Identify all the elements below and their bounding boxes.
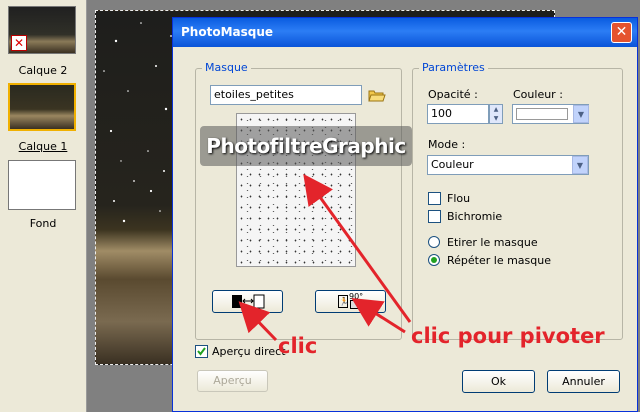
layers-panel: ✕ Calque 2 Calque 1 Fond [0,0,87,412]
apercu-direct-checkbox[interactable] [195,345,208,358]
repeter-label: Répéter le masque [447,254,551,267]
close-button[interactable]: ✕ [611,22,632,43]
mask-file-field[interactable]: etoiles_petites [210,85,362,105]
open-folder-icon[interactable] [368,87,386,103]
color-label: Couleur : [513,88,563,101]
checkmark-icon [197,347,206,356]
repeter-radio[interactable] [428,254,440,266]
layer-label-calque-1[interactable]: Calque 1 [0,140,86,153]
layer-thumb-fond[interactable] [8,160,76,210]
color-swatch [516,108,568,120]
opacity-spinner[interactable]: ▲ ▼ [489,104,503,124]
radio-selected-dot [431,257,437,263]
color-dropdown-chevron-icon[interactable]: ▼ [573,105,589,123]
ok-button[interactable]: Ok [462,370,535,393]
bichromie-label: Bichromie [447,210,503,223]
annotation-clic-pivoter: clic pour pivoter [411,324,605,348]
layer-label-fond[interactable]: Fond [0,217,86,230]
mode-dropdown-chevron-icon[interactable]: ▼ [572,156,588,174]
invert-mask-button[interactable] [212,290,283,313]
layer-thumb-calque-1[interactable] [8,83,76,131]
etirer-radio[interactable] [428,236,440,248]
bichromie-checkbox[interactable] [428,210,441,223]
mode-label: Mode : [428,138,466,151]
hidden-layer-icon[interactable]: ✕ [11,35,27,51]
etirer-label: Etirer le masque [447,236,538,249]
photomasque-dialog: PhotoMasque ✕ Masque etoiles_petites Pho… [172,17,638,412]
rotate-icon: 🏃 [338,295,349,308]
rotate-90-button[interactable]: 🏃 90° [315,290,386,313]
watermark-text: PhotofiltreGraphic [200,126,412,166]
invert-icon [231,294,264,309]
landscape-icon [350,300,364,309]
dialog-titlebar[interactable]: PhotoMasque ✕ [173,18,637,47]
annotation-clic: clic [278,334,318,358]
opacity-label: Opacité : [428,88,478,101]
apercu-direct-label: Aperçu direct [212,345,286,358]
mode-dropdown[interactable]: Couleur [427,155,589,175]
layer-label-calque-2[interactable]: Calque 2 [0,64,86,77]
cancel-button[interactable]: Annuler [547,370,620,393]
parametres-group-title: Paramètres [419,61,488,74]
dialog-title: PhotoMasque [181,25,274,39]
opacity-input[interactable]: 100 [427,104,489,124]
flou-checkbox[interactable] [428,192,441,205]
apercu-button[interactable]: Aperçu [197,370,268,392]
layer-thumb-calque-2[interactable]: ✕ [8,6,76,54]
flou-label: Flou [447,192,471,205]
masque-group-title: Masque [202,61,251,74]
